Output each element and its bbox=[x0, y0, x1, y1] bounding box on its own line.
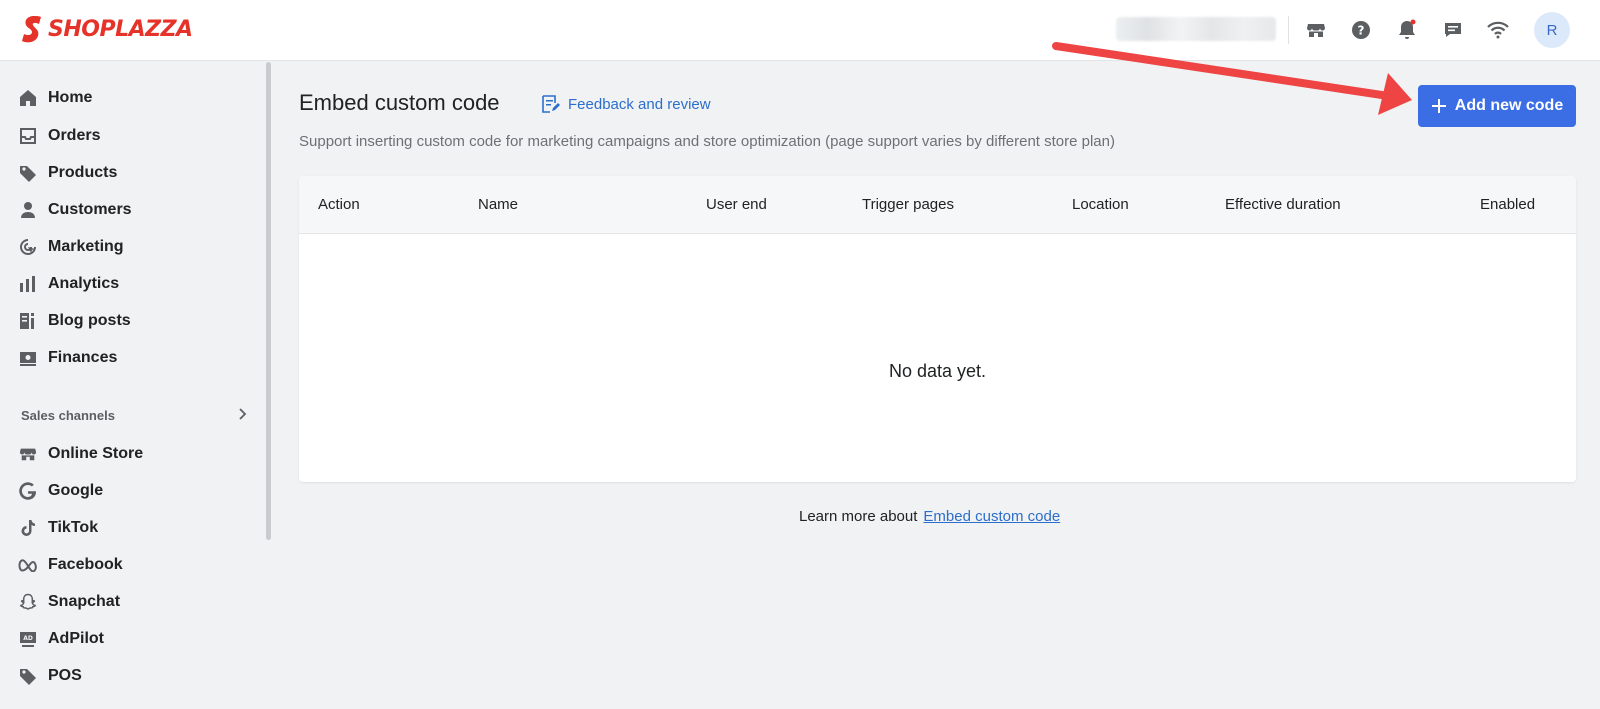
sidebar-item-products[interactable]: Products bbox=[18, 157, 258, 189]
add-new-code-button[interactable]: Add new code bbox=[1418, 85, 1576, 127]
page-title: Embed custom code bbox=[299, 90, 500, 115]
learn-more-link[interactable]: Embed custom code bbox=[923, 508, 1060, 525]
blog-icon bbox=[18, 311, 38, 331]
sidebar-item-label: TikTok bbox=[48, 519, 99, 536]
chevron-right-icon[interactable] bbox=[234, 406, 250, 422]
target-icon bbox=[18, 237, 38, 257]
store-name-redacted[interactable] bbox=[1116, 17, 1276, 41]
plus-icon bbox=[1431, 99, 1446, 113]
home-icon bbox=[18, 88, 38, 108]
sidebar-item-label: Home bbox=[48, 89, 93, 106]
sidebar-item-label: Blog posts bbox=[48, 312, 131, 329]
sidebar-item-label: Snapchat bbox=[48, 593, 121, 610]
adpilot-icon: AD bbox=[18, 629, 38, 649]
sidebar-item-blog-posts[interactable]: Blog posts bbox=[18, 305, 258, 337]
meta-icon bbox=[18, 555, 38, 575]
sidebar-item-label: POS bbox=[48, 667, 82, 684]
sidebar-item-label: Customers bbox=[48, 201, 132, 218]
sidebar-item-label: Google bbox=[48, 482, 104, 499]
sidebar-item-label: AdPilot bbox=[48, 630, 104, 647]
sidebar-item-label: Orders bbox=[48, 127, 101, 144]
sidebar-item-label: Products bbox=[48, 164, 118, 181]
sidebar-item-label: Finances bbox=[48, 349, 118, 366]
learn-more-prefix: Learn more about bbox=[799, 508, 918, 525]
shoplazza-logo[interactable]: SHOPLAZZA bbox=[20, 14, 193, 44]
help-icon[interactable]: ? bbox=[1349, 18, 1373, 42]
person-icon bbox=[18, 200, 38, 220]
page-subtitle: Support inserting custom code for market… bbox=[299, 133, 1115, 150]
wifi-icon[interactable] bbox=[1486, 18, 1510, 42]
shoplazza-logo-icon bbox=[22, 16, 41, 43]
sidebar-item-adpilot[interactable]: AD AdPilot bbox=[18, 623, 258, 655]
sidebar-item-finances[interactable]: Finances bbox=[18, 342, 258, 374]
sidebar-item-label: Facebook bbox=[48, 556, 123, 573]
table-header: Action Name User end Trigger pages Locat… bbox=[299, 176, 1576, 234]
pos-tag-icon bbox=[18, 666, 38, 686]
empty-state-text: No data yet. bbox=[888, 361, 987, 381]
column-header-enabled: Enabled bbox=[1480, 196, 1536, 213]
sidebar-item-google[interactable]: Google bbox=[18, 475, 258, 507]
store-icon[interactable] bbox=[1304, 18, 1328, 42]
svg-text:?: ? bbox=[1358, 24, 1365, 38]
top-bar: SHOPLAZZA ? R bbox=[0, 0, 1600, 61]
sidebar-item-analytics[interactable]: Analytics bbox=[18, 268, 258, 300]
inbox-icon bbox=[18, 126, 38, 146]
finance-icon bbox=[18, 348, 38, 368]
google-icon bbox=[18, 481, 38, 501]
column-header-name: Name bbox=[478, 196, 519, 213]
learn-more: Learn more about Embed custom code bbox=[799, 508, 1060, 525]
tiktok-icon bbox=[18, 518, 38, 538]
sales-channels-label: Sales channels bbox=[21, 408, 115, 423]
snapchat-icon bbox=[18, 592, 38, 612]
sidebar-item-orders[interactable]: Orders bbox=[18, 120, 258, 152]
sidebar-item-label: Marketing bbox=[48, 238, 124, 255]
column-header-action: Action bbox=[318, 196, 360, 213]
brand-name: SHOPLAZZA bbox=[48, 16, 193, 42]
sidebar-item-customers[interactable]: Customers bbox=[18, 194, 258, 226]
feedback-link-label[interactable]: Feedback and review bbox=[568, 96, 711, 113]
svg-text:AD: AD bbox=[23, 635, 33, 642]
edit-note-icon bbox=[542, 95, 560, 113]
avatar[interactable]: R bbox=[1534, 12, 1570, 48]
sidebar-item-label: Online Store bbox=[48, 445, 144, 462]
divider bbox=[1288, 16, 1289, 44]
sidebar-item-facebook[interactable]: Facebook bbox=[18, 549, 258, 581]
sidebar-item-pos[interactable]: POS bbox=[18, 660, 258, 692]
column-header-user-end: User end bbox=[706, 196, 767, 213]
sidebar-scrollbar[interactable] bbox=[266, 62, 271, 540]
sidebar-item-label: Analytics bbox=[48, 275, 120, 292]
sidebar-item-snapchat[interactable]: Snapchat bbox=[18, 586, 258, 618]
bar-chart-icon bbox=[18, 274, 38, 294]
tag-icon bbox=[18, 163, 38, 183]
column-header-location: Location bbox=[1072, 196, 1129, 213]
feedback-link[interactable]: Feedback and review bbox=[540, 94, 711, 114]
store-icon bbox=[18, 444, 38, 464]
chat-icon[interactable] bbox=[1441, 18, 1465, 42]
sidebar-item-marketing[interactable]: Marketing bbox=[18, 231, 258, 263]
sidebar-item-online-store[interactable]: Online Store bbox=[18, 438, 258, 470]
sidebar-item-tiktok[interactable]: TikTok bbox=[18, 512, 258, 544]
sidebar-item-home[interactable]: Home bbox=[18, 82, 258, 114]
column-header-effective-duration: Effective duration bbox=[1225, 196, 1341, 213]
column-header-trigger-pages: Trigger pages bbox=[862, 196, 954, 213]
bell-icon[interactable] bbox=[1395, 18, 1419, 42]
custom-code-table: Action Name User end Trigger pages Locat… bbox=[299, 176, 1576, 482]
add-new-code-label: Add new code bbox=[1454, 97, 1564, 114]
